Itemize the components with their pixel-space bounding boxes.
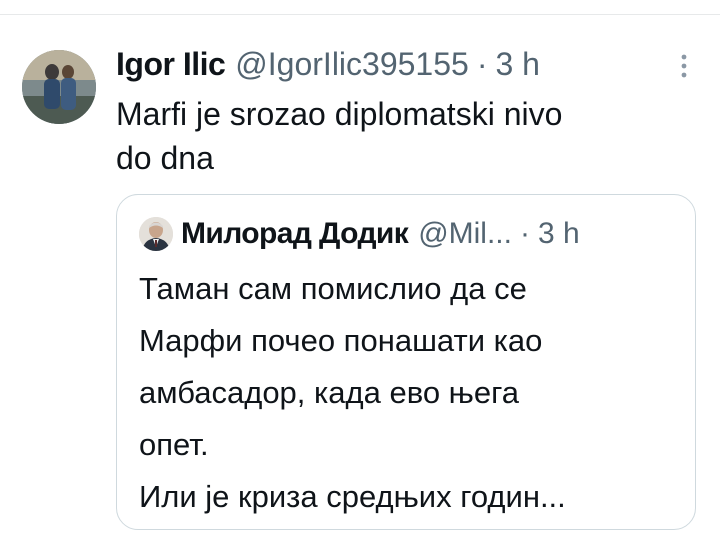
quoted-tweet-timestamp[interactable]: 3 h [538, 217, 580, 251]
tweet-text-line: Marfi je srozao diplomatski nivo [116, 96, 563, 132]
user-avatar[interactable] [22, 50, 96, 124]
quoted-author-handle[interactable]: @Mil... [418, 217, 512, 251]
author-name[interactable]: Igor Ilic [116, 42, 226, 86]
quoted-tweet-text: Таман сам помислио да се Марфи почео пон… [139, 263, 679, 523]
avatar-photo [22, 50, 96, 124]
quoted-author-name[interactable]: Милорад Додик [181, 217, 409, 251]
more-options-button[interactable] [668, 48, 700, 84]
quoted-text-line: Или је криза средњих годин... [139, 479, 566, 514]
quoted-tweet-header: Милорад Додик @Mil... · 3 h [139, 213, 580, 255]
author-handle[interactable]: @IgorIlic395155 [235, 42, 469, 86]
quoted-tweet-card[interactable]: Милорад Додик @Mil... · 3 h Таман сам по… [116, 194, 696, 530]
tweet-text-line: do dna [116, 140, 214, 176]
tweet-timestamp[interactable]: 3 h [495, 42, 539, 86]
quoted-avatar-photo [139, 217, 173, 251]
more-vertical-icon [681, 54, 687, 78]
quoted-text-line: Таман сам помислио да се [139, 271, 527, 306]
quoted-text-line: опет. [139, 427, 209, 462]
tweet-header: Igor Ilic @IgorIlic395155 · 3 h [116, 42, 540, 86]
tweet-text: Marfi je srozao diplomatski nivo do dna [116, 92, 676, 180]
top-divider [0, 14, 720, 15]
quoted-user-avatar[interactable] [139, 217, 173, 251]
quoted-separator-dot: · [519, 217, 530, 250]
quoted-text-line: амбасадор, када ево њега [139, 375, 519, 410]
separator-dot: · [476, 46, 488, 82]
quoted-text-line: Марфи почео понашати као [139, 323, 543, 358]
